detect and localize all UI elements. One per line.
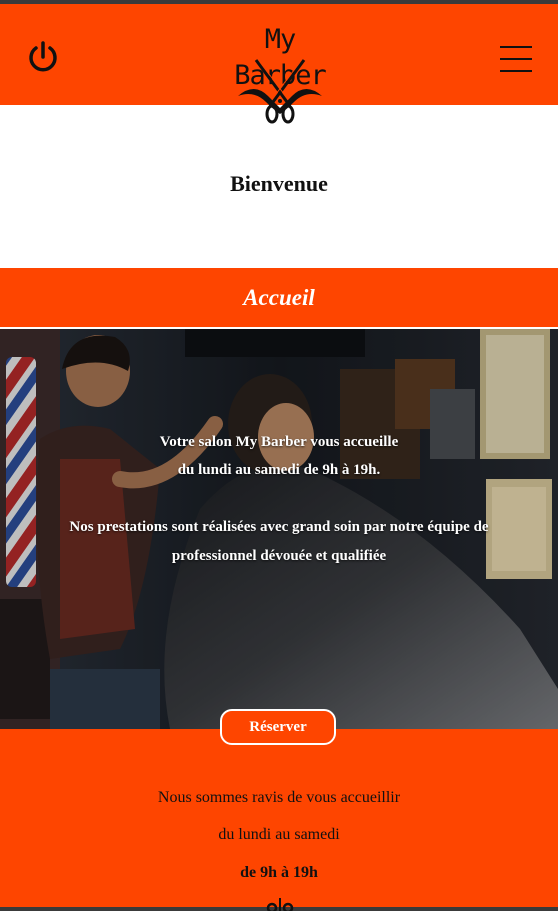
welcome-title: Bienvenue: [230, 171, 328, 196]
menu-bar-top: [500, 46, 532, 48]
section-title: Accueil: [243, 284, 315, 310]
menu-bar-bottom: [500, 70, 532, 72]
hero-text-line3: Nos prestations sont réalisées avec gran…: [69, 519, 489, 535]
hero-text-line2: du lundi au samedi de 9h à 19h.: [177, 462, 381, 478]
hero-text-line1: Votre salon My Barber vous accueille: [159, 434, 399, 450]
brand-logo[interactable]: My Barber: [222, 22, 338, 126]
hero-banner: Votre salon My Barber vous accueille du …: [0, 329, 558, 729]
scissors-icon: [238, 59, 322, 124]
power-icon: [29, 41, 57, 72]
info-line2: du lundi au samedi: [218, 826, 340, 843]
menu-bar-middle: [500, 58, 532, 60]
footer-scissors-icon: [266, 898, 294, 911]
reserve-button[interactable]: Réserver: [220, 709, 336, 745]
section-banner: Accueil: [0, 268, 558, 327]
info-line3: de 9h à 19h: [240, 864, 318, 881]
info-section: Nous sommes ravis de vous accueillir du …: [0, 729, 558, 907]
power-button[interactable]: [26, 40, 60, 74]
info-line1: Nous sommes ravis de vous accueillir: [157, 789, 401, 806]
menu-button[interactable]: [500, 46, 532, 72]
hero-text-line4: professionnel dévouée et qualifiée: [171, 548, 387, 564]
